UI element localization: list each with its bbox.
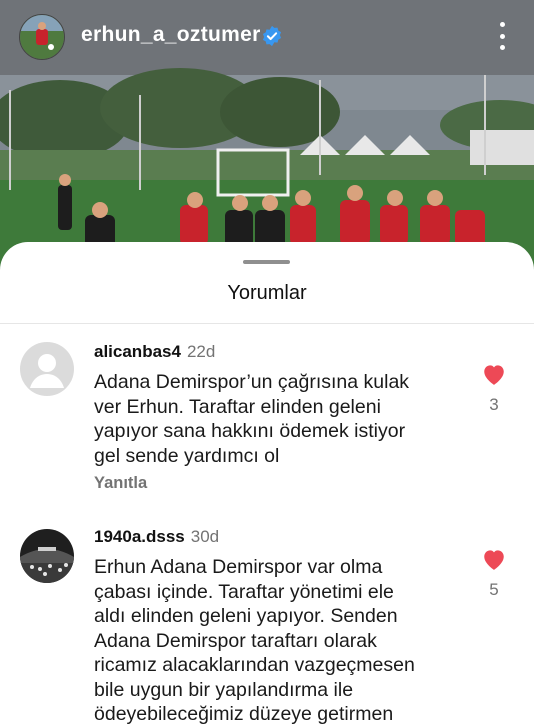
comments-sheet: Yorumlar alicanbas4 22d Adana Demirspor’u…	[0, 242, 534, 725]
divider	[0, 323, 534, 324]
comment-item: 1940a.dsss 30d Erhun Adana Demirspor var …	[0, 527, 534, 727]
comment-line: ricamız alacaklarından vazgeçmesen	[94, 654, 415, 676]
verified-badge-icon	[261, 25, 283, 47]
comment-line: yapıyor sana hakkını ödemek istiyor	[94, 420, 406, 442]
reply-button[interactable]: Yanıtla	[94, 474, 147, 493]
like-count: 5	[489, 580, 499, 599]
comment-line: gel sende yardımcı ol	[94, 444, 280, 467]
like-control: 3	[480, 362, 508, 415]
heart-icon[interactable]	[481, 362, 507, 386]
sheet-drag-handle[interactable]	[243, 260, 290, 264]
comment-header: alicanbas4 22d	[94, 342, 215, 362]
comment-text: Erhun Adana Demirspor var olma çabası iç…	[94, 555, 464, 727]
sheet-title: Yorumlar	[227, 282, 307, 304]
profile-avatar[interactable]	[19, 14, 65, 60]
comment-header: 1940a.dsss 30d	[94, 527, 219, 547]
comment-line: ödeyebileceğimiz düzeye getirmen	[94, 703, 394, 725]
comment-avatar[interactable]	[20, 529, 74, 583]
like-control: 5	[480, 547, 508, 600]
comment-line: Erhun Adana Demirspor var olma	[94, 556, 383, 578]
comment-line: bile uygun bir yapılandırma ile	[94, 678, 354, 701]
comment-line: ver Erhun. Taraftar elinden geleni	[94, 395, 381, 418]
comment-username[interactable]: alicanbas4	[94, 342, 181, 361]
comment-line: çabası içinde. Taraftar yönetimi ele	[94, 580, 394, 603]
comment-line: aldı elinden geleni yapıyor. Senden	[94, 605, 398, 627]
comment-text: Adana Demirspor’un çağrısına kulak ver E…	[94, 370, 464, 468]
comment-username[interactable]: 1940a.dsss	[94, 527, 185, 546]
comment-time: 22d	[186, 342, 216, 361]
heart-icon[interactable]	[481, 547, 507, 571]
comment-time: 30d	[190, 527, 220, 546]
comment-avatar-default[interactable]	[20, 342, 74, 396]
comment-line: Adana Demirspor’un çağrısına kulak	[94, 371, 410, 393]
like-count: 3	[489, 395, 499, 414]
comment-item: alicanbas4 22d Adana Demirspor’un çağrısı…	[0, 342, 534, 502]
post-username[interactable]: erhun_a_oztumer	[81, 23, 261, 47]
more-vertical-icon[interactable]	[494, 22, 510, 50]
comment-line: Adana Demirspor taraftarı olarak	[94, 629, 377, 652]
post-header: erhun_a_oztumer	[0, 0, 534, 74]
